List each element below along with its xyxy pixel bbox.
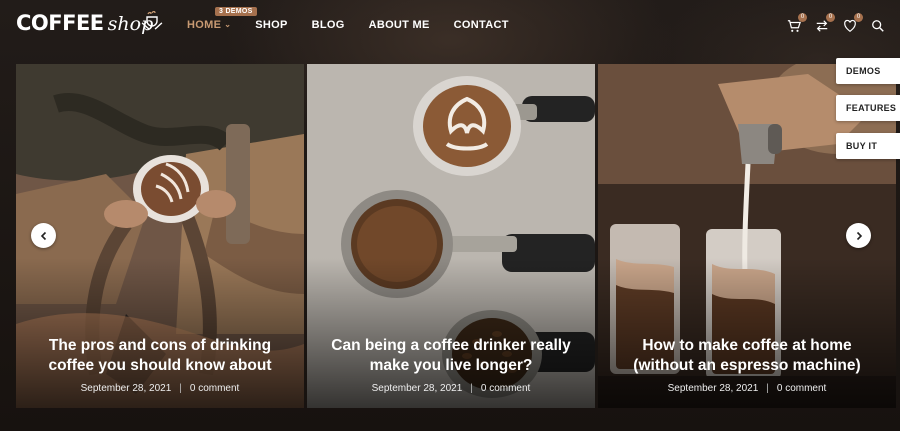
meta-separator: | xyxy=(179,383,182,394)
post-slider: The pros and cons of drinking coffee you… xyxy=(16,64,896,408)
cart-button[interactable]: 0 xyxy=(786,13,807,34)
site-logo[interactable]: COFFEE shop xyxy=(16,11,153,35)
wishlist-count-badge: 0 xyxy=(854,13,863,22)
post-card[interactable]: The pros and cons of drinking coffee you… xyxy=(16,64,304,408)
post-date: September 28, 2021 xyxy=(667,383,759,394)
search-icon xyxy=(872,20,884,32)
compare-button[interactable]: 0 xyxy=(814,13,835,34)
header-actions: 0 0 0 xyxy=(774,13,886,34)
slider-prev-button[interactable] xyxy=(31,223,56,248)
meta-separator: | xyxy=(470,383,473,394)
post-title[interactable]: Can being a coffee drinker really make y… xyxy=(321,336,581,376)
chevron-right-icon xyxy=(856,231,862,240)
post-date: September 28, 2021 xyxy=(80,383,172,394)
search-button[interactable] xyxy=(870,18,886,34)
post-meta: September 28, 2021 | 0 comment xyxy=(16,383,304,394)
post-date: September 28, 2021 xyxy=(371,383,463,394)
post-title[interactable]: The pros and cons of drinking coffee you… xyxy=(30,336,290,376)
post-meta: September 28, 2021 | 0 comment xyxy=(598,383,896,394)
post-comments-link[interactable]: 0 comment xyxy=(190,383,239,394)
cart-count-badge: 0 xyxy=(798,13,807,22)
wishlist-button[interactable]: 0 xyxy=(842,13,863,34)
side-features-button[interactable]: FEATURES xyxy=(836,95,900,121)
main-nav: 3 DEMOS HOME ⌄ SHOP BLOG ABOUT ME CONTACT xyxy=(187,7,533,31)
post-comments-link[interactable]: 0 comment xyxy=(777,383,826,394)
slider-next-button[interactable] xyxy=(846,223,871,248)
nav-item-about-me[interactable]: ABOUT ME xyxy=(369,19,430,31)
nav-item-blog[interactable]: BLOG xyxy=(312,19,345,31)
chevron-left-icon xyxy=(40,231,46,240)
nav-item-contact[interactable]: CONTACT xyxy=(454,19,509,31)
coffee-hands-icon xyxy=(141,11,163,30)
chevron-down-icon: ⌄ xyxy=(224,20,232,29)
nav-item-home[interactable]: 3 DEMOS HOME ⌄ xyxy=(187,7,257,31)
side-buy-button[interactable]: BUY IT xyxy=(836,133,900,159)
compare-count-badge: 0 xyxy=(826,13,835,22)
side-demos-button[interactable]: DEMOS xyxy=(836,58,900,84)
post-card[interactable]: Can being a coffee drinker really make y… xyxy=(307,64,595,408)
logo-word: COFFEE xyxy=(16,11,104,35)
meta-separator: | xyxy=(766,383,769,394)
demos-count-badge: 3 DEMOS xyxy=(215,7,257,16)
nav-item-home-label: HOME xyxy=(187,19,222,31)
post-meta: September 28, 2021 | 0 comment xyxy=(307,383,595,394)
nav-item-shop[interactable]: SHOP xyxy=(255,19,287,31)
post-comments-link[interactable]: 0 comment xyxy=(481,383,530,394)
post-title[interactable]: How to make coffee at home (without an e… xyxy=(612,336,882,376)
